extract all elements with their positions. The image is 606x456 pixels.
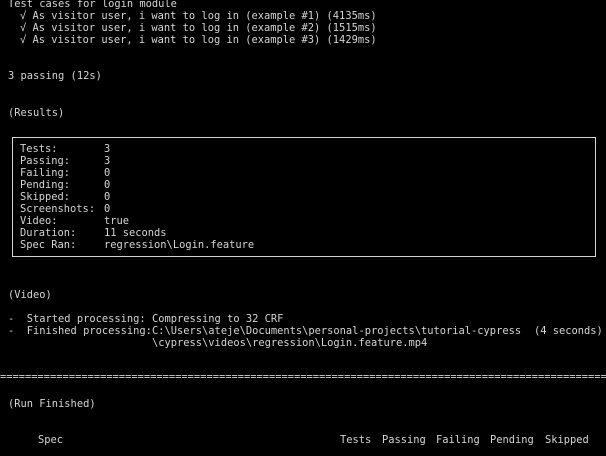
results-value-screenshots: 0: [104, 203, 111, 215]
video-started-label: - Started processing:: [8, 313, 146, 325]
test-result-text: As visitor user, i want to log in (examp…: [32, 22, 377, 34]
column-header-pending: Pending: [490, 434, 534, 446]
results-key-failing: Failing:: [20, 167, 71, 179]
video-finished-time: (4 seconds): [534, 325, 603, 337]
terminal-window[interactable]: Test cases for login module √ As visitor…: [0, 0, 606, 456]
suite-title: Test cases for login module: [8, 0, 177, 10]
results-value-passing: 3: [104, 155, 111, 167]
results-key-pending: Pending:: [20, 179, 71, 191]
results-key-screenshots: Screenshots:: [20, 203, 96, 215]
results-table-border: [12, 137, 596, 257]
results-key-duration: Duration:: [20, 227, 77, 239]
check-icon: √: [20, 10, 27, 22]
check-icon: √: [20, 34, 27, 46]
results-value-skipped: 0: [104, 191, 111, 203]
results-value-video: true: [104, 215, 130, 227]
results-key-skipped: Skipped:: [20, 191, 71, 203]
results-value-duration: 11 seconds: [104, 227, 167, 239]
results-heading: (Results): [8, 107, 65, 119]
passing-summary: 3 passing (12s): [8, 70, 102, 82]
results-key-spec-ran: Spec Ran:: [20, 239, 77, 251]
results-key-tests: Tests:: [20, 143, 58, 155]
video-finished-label: - Finished processing:: [8, 325, 152, 337]
test-result-text: As visitor user, i want to log in (examp…: [32, 34, 377, 46]
column-header-skipped: Skipped: [545, 434, 589, 446]
test-result-2: √ As visitor user, i want to log in (exa…: [20, 22, 377, 34]
results-key-video: Video:: [20, 215, 58, 227]
test-result-3: √ As visitor user, i want to log in (exa…: [20, 34, 377, 46]
test-result-text: As visitor user, i want to log in (examp…: [32, 10, 377, 22]
video-finished-path-continued: \cypress\videos\regression\Login.feature…: [152, 337, 428, 349]
video-finished-path: C:\Users\ateje\Documents\personal-projec…: [152, 325, 522, 337]
results-key-passing: Passing:: [20, 155, 71, 167]
run-finished-heading: (Run Finished): [8, 398, 96, 410]
column-header-passing: Passing: [382, 434, 426, 446]
video-heading: (Video): [8, 289, 52, 301]
separator-rule: ========================================…: [0, 374, 606, 380]
results-value-tests: 3: [104, 143, 111, 155]
results-value-spec-ran: regression\Login.feature: [104, 239, 255, 251]
column-header-spec: Spec: [38, 434, 64, 446]
column-header-tests: Tests: [340, 434, 372, 446]
check-icon: √: [20, 22, 27, 34]
results-value-failing: 0: [104, 167, 111, 179]
column-header-failing: Failing: [436, 434, 480, 446]
test-result-1: √ As visitor user, i want to log in (exa…: [20, 10, 377, 22]
results-value-pending: 0: [104, 179, 111, 191]
video-started-value: Compressing to 32 CRF: [152, 313, 284, 325]
